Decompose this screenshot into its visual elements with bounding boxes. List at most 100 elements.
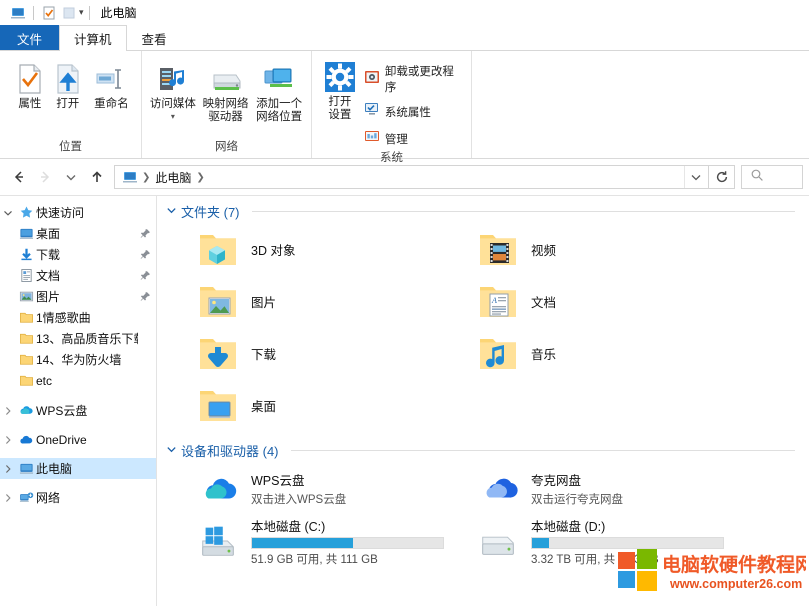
item-name: 音乐 bbox=[531, 347, 557, 362]
sidebar-item-pictures[interactable]: 图片 bbox=[0, 286, 156, 307]
sidebar-item-documents[interactable]: 文档 bbox=[0, 265, 156, 286]
sidebar-item-wps-cloud[interactable]: WPS云盘 bbox=[0, 400, 156, 421]
this-pc-icon[interactable] bbox=[8, 3, 28, 23]
breadcrumb-separator-1[interactable]: ❯ bbox=[140, 172, 152, 183]
sidebar-item-folder-3[interactable]: 14、华为防火墙 bbox=[0, 349, 156, 370]
forward-arrow-icon[interactable] bbox=[32, 164, 58, 190]
qat-divider-2 bbox=[88, 5, 90, 20]
refresh-button[interactable] bbox=[709, 165, 735, 189]
list-item[interactable]: A 文档 bbox=[463, 275, 743, 327]
breadcrumb-separator-2[interactable]: ❯ bbox=[194, 172, 206, 183]
up-arrow-icon[interactable] bbox=[84, 164, 110, 190]
add-network-location-button[interactable]: 添加一个网络位置 bbox=[253, 55, 305, 124]
folder-icon bbox=[16, 352, 36, 367]
sidebar-item-downloads[interactable]: 下载 bbox=[0, 244, 156, 265]
folder-3d-objects-icon bbox=[197, 228, 239, 270]
sidebar-item-label: 1情感歌曲 bbox=[36, 311, 91, 325]
folder-downloads-icon bbox=[197, 332, 239, 374]
folder-videos-icon bbox=[477, 228, 519, 270]
recent-locations-icon[interactable] bbox=[58, 164, 84, 190]
pin-icon[interactable] bbox=[138, 270, 152, 281]
properties-icon[interactable] bbox=[39, 3, 59, 23]
uninstall-program-button[interactable]: 卸载或更改程序 bbox=[364, 63, 465, 95]
access-media-button[interactable]: 访问媒体 ▾ bbox=[148, 55, 198, 121]
list-item[interactable]: 桌面 bbox=[183, 379, 463, 431]
chevron-down-icon[interactable] bbox=[165, 205, 177, 219]
properties-icon bbox=[15, 61, 45, 95]
folder-pictures-icon bbox=[197, 280, 239, 322]
wps-cloud-drive-icon bbox=[197, 467, 239, 509]
item-subtitle: 双击进入WPS云盘 bbox=[251, 493, 347, 506]
list-item[interactable]: 夸克网盘 双击运行夸克网盘 bbox=[463, 462, 743, 514]
list-item[interactable]: 视频 bbox=[463, 223, 743, 275]
breadcrumb-this-pc-icon[interactable] bbox=[120, 169, 140, 185]
uninstall-program-label: 卸载或更改程序 bbox=[384, 66, 454, 94]
pin-icon[interactable] bbox=[138, 291, 152, 302]
window-title: 此电脑 bbox=[100, 6, 137, 20]
pin-icon[interactable] bbox=[138, 228, 152, 239]
list-item[interactable]: 本地磁盘 (C:) 51.9 GB 可用, 共 111 GB bbox=[183, 514, 463, 568]
sidebar-item-label: OneDrive bbox=[36, 432, 87, 447]
list-item[interactable]: 3D 对象 bbox=[183, 223, 463, 275]
item-name: 本地磁盘 (C:) bbox=[251, 519, 326, 534]
sidebar-item-desktop[interactable]: 桌面 bbox=[0, 223, 156, 244]
wps-cloud-icon bbox=[16, 403, 36, 418]
downloads-icon bbox=[16, 247, 36, 262]
properties-label: 属性 bbox=[18, 98, 42, 110]
rename-button[interactable]: 重命名 bbox=[88, 55, 135, 111]
tab-file[interactable]: 文件 bbox=[0, 25, 60, 51]
sidebar-item-label: 下载 bbox=[36, 248, 61, 262]
item-name: WPS云盘 bbox=[251, 473, 305, 488]
section-header-devices[interactable]: 设备和驱动器 (4) bbox=[163, 431, 809, 462]
ribbon-group-location-label: 位置 bbox=[59, 141, 82, 153]
item-subtitle: 51.9 GB 可用, 共 111 GB bbox=[251, 553, 378, 566]
explorer-body: 快速访问 桌面 下载 文档 图片 1情感歌曲 13、高品质音乐下载 14、华为防… bbox=[0, 195, 809, 606]
customize-qat-caret[interactable]: ▾ bbox=[79, 7, 84, 18]
map-network-drive-button[interactable]: 映射网络驱动器 bbox=[200, 55, 252, 124]
ribbon-tabstrip: 文件 计算机 查看 bbox=[0, 25, 809, 52]
chevron-right-icon[interactable] bbox=[0, 493, 16, 503]
tab-view[interactable]: 查看 bbox=[127, 25, 182, 51]
sidebar-item-quick-access[interactable]: 快速访问 bbox=[0, 202, 156, 223]
chevron-down-icon[interactable] bbox=[0, 208, 16, 218]
properties-button[interactable]: 属性 bbox=[12, 55, 48, 111]
sidebar-item-folder-1[interactable]: 1情感歌曲 bbox=[0, 307, 156, 328]
chevron-down-icon[interactable] bbox=[165, 444, 177, 458]
sidebar-item-folder-etc[interactable]: etc bbox=[0, 370, 156, 391]
qat-divider-1 bbox=[33, 5, 34, 20]
file-list-pane[interactable]: 文件夹 (7) 3D 对象 视频 图片 A 文档 下载 音乐 桌面 设备和驱动器… bbox=[157, 196, 809, 606]
list-item[interactable]: 本地磁盘 (D:) 3.32 TB 可用, 共 3.63 TB bbox=[463, 514, 743, 568]
sidebar-item-folder-2[interactable]: 13、高品质音乐下载 bbox=[0, 328, 156, 349]
list-item[interactable]: WPS云盘 双击进入WPS云盘 bbox=[183, 462, 463, 514]
sidebar-item-onedrive[interactable]: OneDrive bbox=[0, 429, 156, 450]
item-name: 桌面 bbox=[251, 399, 277, 414]
sidebar-item-label: 快速访问 bbox=[36, 206, 85, 220]
chevron-right-icon[interactable] bbox=[0, 406, 16, 416]
new-folder-icon[interactable] bbox=[59, 3, 79, 23]
section-header-folders[interactable]: 文件夹 (7) bbox=[163, 196, 809, 223]
search-input[interactable] bbox=[741, 165, 803, 189]
tab-computer[interactable]: 计算机 bbox=[59, 25, 127, 52]
list-item[interactable]: 下载 bbox=[183, 327, 463, 379]
sidebar-item-label: 网络 bbox=[36, 491, 61, 505]
list-item[interactable]: 图片 bbox=[183, 275, 463, 327]
sidebar-item-network[interactable]: 网络 bbox=[0, 487, 156, 508]
chevron-right-icon[interactable] bbox=[0, 464, 16, 474]
chevron-down-icon[interactable]: ▾ bbox=[171, 113, 175, 121]
list-item[interactable]: 音乐 bbox=[463, 327, 743, 379]
item-name: 3D 对象 bbox=[251, 243, 296, 258]
item-name: 文档 bbox=[531, 295, 557, 310]
breadcrumb-this-pc[interactable]: 此电脑 bbox=[152, 169, 194, 186]
quark-cloud-drive-icon bbox=[477, 467, 519, 509]
back-arrow-icon[interactable] bbox=[6, 164, 32, 190]
open-settings-button[interactable]: 打开 设置 bbox=[318, 55, 362, 122]
manage-button[interactable]: 管理 bbox=[364, 128, 465, 149]
section-divider bbox=[290, 450, 795, 451]
system-properties-button[interactable]: 系统属性 bbox=[364, 101, 465, 122]
sidebar-item-this-pc[interactable]: 此电脑 bbox=[0, 458, 156, 479]
chevron-right-icon[interactable] bbox=[0, 435, 16, 445]
windows-drive-icon bbox=[197, 520, 239, 562]
pin-icon[interactable] bbox=[138, 249, 152, 260]
open-button[interactable]: 打开 bbox=[50, 55, 86, 111]
address-dropdown-icon[interactable] bbox=[684, 166, 706, 188]
